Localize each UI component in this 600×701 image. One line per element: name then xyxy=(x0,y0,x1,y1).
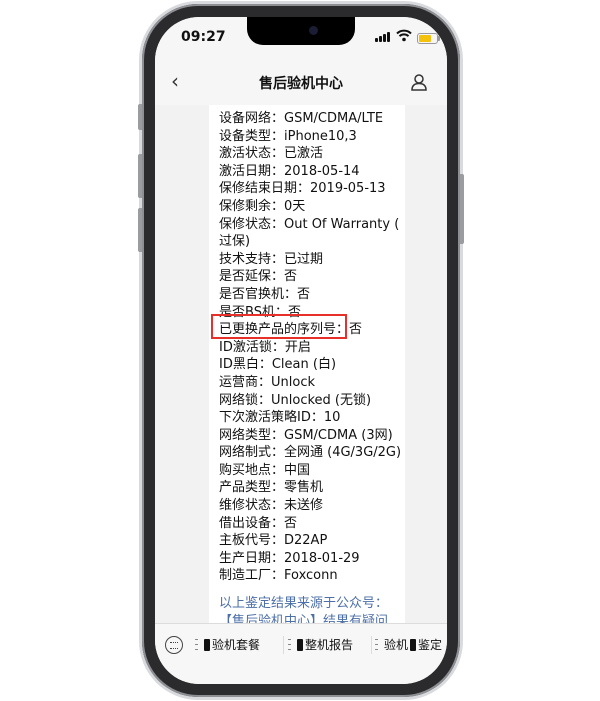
report-line: 运营商：Unlock xyxy=(219,374,315,390)
menu-package-label: 验机套餐 xyxy=(212,638,261,652)
phone-icon xyxy=(297,638,303,651)
report-line: 购买地点：中国 xyxy=(219,462,311,478)
nav-bar: ‹ 售后验机中心 xyxy=(155,61,447,105)
report-line: 设备网络：GSM/CDMA/LTE xyxy=(219,111,384,126)
bottom-menu-bar: 验机套餐 整机报告 验机 鉴定 xyxy=(155,623,447,684)
volume-down-button xyxy=(138,208,142,252)
phone-icon xyxy=(410,638,417,651)
keyboard-toggle-icon[interactable] xyxy=(165,636,183,654)
menu-report-label: 整机报告 xyxy=(305,638,354,652)
report-line: 激活状态：已激活 xyxy=(219,146,324,162)
user-profile-icon[interactable] xyxy=(411,73,427,91)
report-line: 网络制式：全网通 (4G/3G/2G) xyxy=(219,445,402,461)
phone-frame: 09:27 ‹ 售后验机中心 设备网络：GSM/CDMA/LTE 设备类型：iP… xyxy=(138,4,464,697)
submenu-icon xyxy=(375,639,378,650)
mute-switch xyxy=(138,104,142,130)
report-line: 保修剩余：0天 xyxy=(219,198,306,214)
battery-icon xyxy=(417,33,440,44)
source-note: 以上鉴定结果来源于公众号： xyxy=(219,596,389,612)
report-line: 下次激活策略ID：10 xyxy=(219,410,341,426)
report-line: ID黑白：Clean (白) xyxy=(219,357,337,373)
page-title: 售后验机中心 xyxy=(259,76,343,92)
report-line: 是否官换机：否 xyxy=(219,286,311,302)
menu-inspect-label-2: 鉴定 xyxy=(418,638,443,652)
report-content: 设备网络：GSM/CDMA/LTE 设备类型：iPhone10,3 激活状态：已… xyxy=(209,105,405,625)
report-line: 制造工厂：Foxconn xyxy=(219,568,338,584)
report-line: 产品类型：零售机 xyxy=(219,480,324,496)
report-line: 过保) xyxy=(219,234,251,250)
report-line: 技术支持：已过期 xyxy=(219,251,324,267)
report-line: 生产日期：2018-01-29 xyxy=(219,550,360,566)
status-time: 09:27 xyxy=(181,29,226,45)
notch xyxy=(247,17,355,45)
report-line: 激活日期：2018-05-14 xyxy=(219,163,360,179)
menu-divider xyxy=(371,636,372,654)
phone-icon xyxy=(204,638,210,651)
menu-inspect-label: 验机 xyxy=(384,638,409,652)
cellular-signal-icon xyxy=(375,32,390,42)
report-line: 网络类型：GSM/CDMA (3网) xyxy=(219,427,393,443)
menu-package[interactable]: 验机套餐 xyxy=(195,636,260,653)
volume-up-button xyxy=(138,154,142,198)
report-line: 借出设备：否 xyxy=(219,515,298,531)
phone-screen: 09:27 ‹ 售后验机中心 设备网络：GSM/CDMA/LTE 设备类型：iP… xyxy=(155,17,447,684)
report-line: 是否延保：否 xyxy=(219,269,298,285)
report-line: 设备类型：iPhone10,3 xyxy=(219,128,357,144)
report-line: 网络锁：Unlocked (无锁) xyxy=(219,392,372,408)
report-line: 保修状态：Out Of Warranty ( xyxy=(219,216,400,232)
activation-lock-highlight-box xyxy=(211,314,347,339)
menu-report[interactable]: 整机报告 xyxy=(288,636,353,653)
submenu-icon xyxy=(288,639,291,650)
power-button xyxy=(460,174,464,244)
submenu-icon xyxy=(195,639,198,650)
report-line: 保修结束日期：2019-05-13 xyxy=(219,181,386,197)
front-camera xyxy=(309,26,318,35)
wifi-icon xyxy=(396,29,412,42)
report-line: 维修状态：未送修 xyxy=(219,498,324,514)
menu-divider xyxy=(283,636,284,654)
menu-inspect[interactable]: 验机 鉴定 xyxy=(375,636,442,653)
report-line: 主板代号：D22AP xyxy=(219,533,328,549)
activation-lock-line: ID激活锁：开启 xyxy=(219,339,311,355)
